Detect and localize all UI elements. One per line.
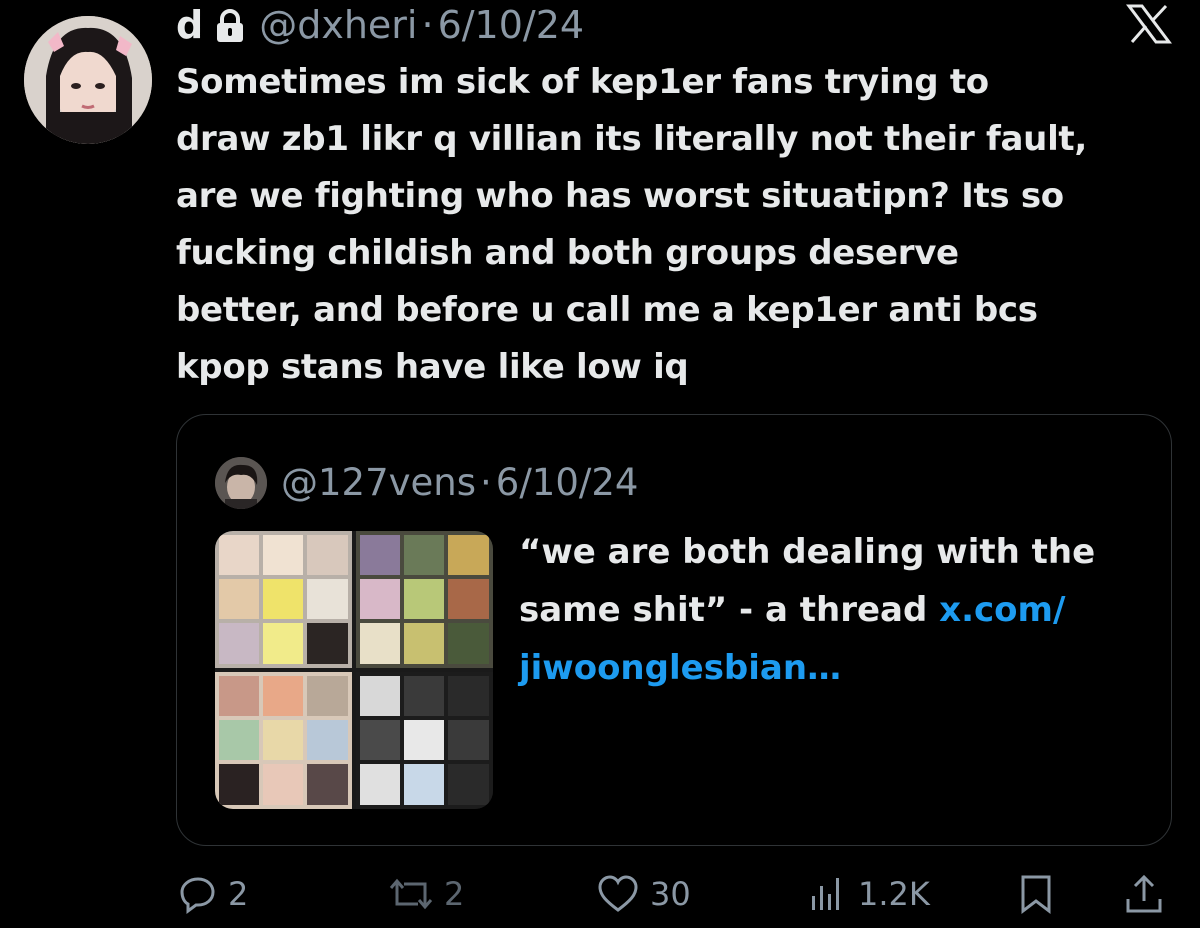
- quoted-author-avatar[interactable]: [215, 457, 267, 509]
- views-count: 1.2K: [858, 875, 930, 913]
- quoted-handle[interactable]: @127vens: [281, 461, 476, 504]
- tweet-line: fucking childish and both groups deserve: [176, 233, 959, 273]
- share-icon: [1126, 874, 1162, 913]
- views-button[interactable]: 1.2K: [808, 866, 930, 922]
- tweet-date[interactable]: 6/10/24: [438, 3, 585, 47]
- collage-image: [215, 531, 493, 809]
- quoted-tweet-text: “we are both dealing with the same shit”…: [519, 523, 1159, 697]
- views-icon: [812, 878, 839, 910]
- tweet-line: Sometimes im sick of kep1er fans trying …: [176, 62, 989, 102]
- quoted-header: @127vens · 6/10/24: [281, 459, 638, 505]
- share-button[interactable]: [1124, 866, 1174, 922]
- x-logo-icon[interactable]: [1126, 4, 1172, 44]
- quoted-line: “we are both dealing with the: [519, 532, 1096, 572]
- author-avatar[interactable]: [24, 16, 152, 144]
- repost-count: 2: [444, 875, 465, 913]
- tweet-line: are we fighting who has worst situatipn?…: [176, 176, 1064, 216]
- quoted-line-text: same shit” - a thread: [519, 590, 940, 630]
- like-button[interactable]: 30: [596, 866, 691, 922]
- avatar-image: [24, 16, 152, 144]
- repost-icon: [389, 878, 433, 910]
- quoted-avatar-image: [215, 457, 267, 509]
- tweet-header: d @dxheri · 6/10/24: [176, 2, 584, 48]
- quoted-tweet-card[interactable]: @127vens · 6/10/24 “we are both dealing …: [176, 414, 1172, 846]
- lock-icon: [215, 8, 245, 42]
- action-bar: 2 2 30 1.2K: [0, 866, 1200, 926]
- quoted-link[interactable]: x.com/: [939, 590, 1065, 630]
- bookmark-button[interactable]: [1018, 866, 1064, 922]
- author-name[interactable]: d: [176, 3, 203, 47]
- reply-count: 2: [228, 875, 249, 913]
- tweet-line: draw zb1 likr q villian its literally no…: [176, 119, 1087, 159]
- like-count: 30: [650, 875, 691, 913]
- quoted-media-thumbnail[interactable]: [215, 531, 493, 809]
- repost-button[interactable]: 2: [388, 866, 464, 922]
- tweet-line: kpop stans have like low iq: [176, 347, 689, 387]
- reply-icon: [180, 877, 215, 914]
- tweet-line: better, and before u call me a kep1er an…: [176, 290, 1038, 330]
- separator-dot: ·: [480, 460, 492, 504]
- quoted-link[interactable]: jiwoonglesbian…: [519, 639, 1159, 697]
- heart-icon: [598, 875, 638, 912]
- separator-dot: ·: [421, 3, 434, 47]
- bookmark-icon: [1021, 875, 1051, 915]
- quoted-line: same shit” - a thread x.com/: [519, 581, 1159, 639]
- author-handle[interactable]: @dxheri: [259, 3, 417, 47]
- tweet-text: Sometimes im sick of kep1er fans trying …: [176, 54, 1176, 396]
- quoted-date[interactable]: 6/10/24: [496, 461, 639, 504]
- reply-button[interactable]: 2: [178, 866, 248, 922]
